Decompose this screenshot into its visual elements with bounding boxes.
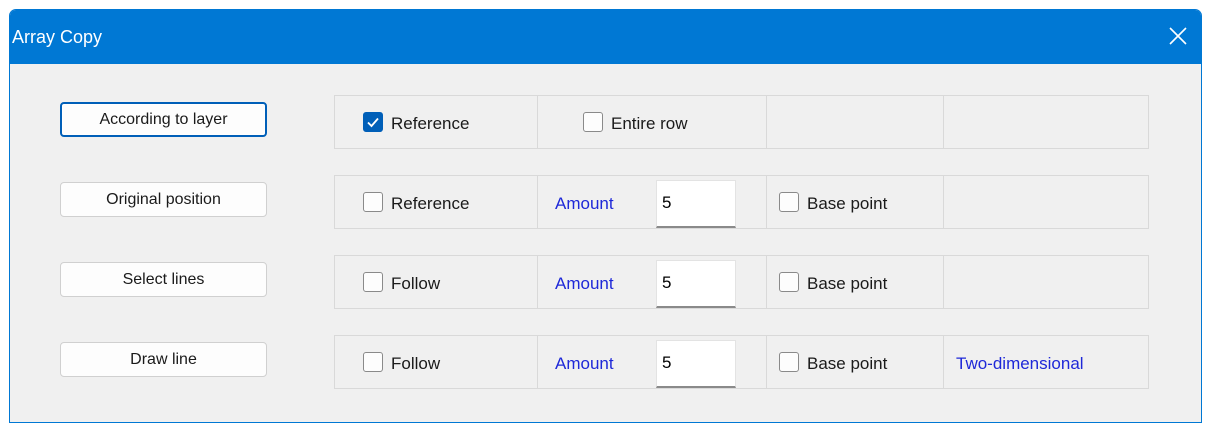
row-3-cell-3: Base point <box>766 256 944 308</box>
row-2-cell-2: Amount 5 <box>537 176 767 228</box>
two-dimensional-link[interactable]: Two-dimensional <box>956 354 1084 374</box>
row-4-cell-4: Two-dimensional <box>943 336 1149 388</box>
amount-label: Amount <box>555 354 614 373</box>
reference-checkbox[interactable] <box>363 112 383 132</box>
row-3-panel: Follow Amount 5 Base point <box>334 255 1149 309</box>
base-point-label: Base point <box>807 274 888 293</box>
window-title: Array Copy <box>12 27 103 47</box>
amount-label: Amount <box>555 274 614 293</box>
title-bar: Array Copy <box>10 10 1201 64</box>
base-point-checkbox[interactable] <box>779 272 799 292</box>
base-point-label: Base point <box>807 354 888 373</box>
base-point-checkbox[interactable] <box>779 192 799 212</box>
base-point-label: Base point <box>807 194 888 213</box>
according-to-layer-button[interactable]: According to layer <box>60 102 267 137</box>
select-lines-button[interactable]: Select lines <box>60 262 267 297</box>
follow-checkbox[interactable] <box>363 352 383 372</box>
row-3-cell-4 <box>943 256 1149 308</box>
original-position-button[interactable]: Original position <box>60 182 267 217</box>
row-1-cell-4 <box>943 96 1149 148</box>
close-icon <box>1169 27 1187 45</box>
draw-line-button[interactable]: Draw line <box>60 342 267 377</box>
row-1-cell-3 <box>766 96 944 148</box>
amount-input[interactable]: 5 <box>656 180 736 228</box>
close-button[interactable] <box>1157 10 1201 64</box>
amount-input[interactable]: 5 <box>656 340 736 388</box>
row-3-cell-2: Amount 5 <box>537 256 767 308</box>
checkmark-icon <box>367 117 379 128</box>
row-2-cell-4 <box>943 176 1149 228</box>
amount-label: Amount <box>555 194 614 213</box>
array-copy-dialog: Array Copy According to layer Reference … <box>9 9 1202 423</box>
follow-label: Follow <box>391 354 441 373</box>
base-point-checkbox[interactable] <box>779 352 799 372</box>
reference-checkbox[interactable] <box>363 192 383 212</box>
follow-checkbox[interactable] <box>363 272 383 292</box>
entire-row-checkbox[interactable] <box>583 112 603 132</box>
row-4-panel: Follow Amount 5 Base point Two-dimension… <box>334 335 1149 389</box>
reference-label: Reference <box>391 114 470 133</box>
row-4-cell-2: Amount 5 <box>537 336 767 388</box>
reference-label: Reference <box>391 194 470 213</box>
row-2-panel: Reference Amount 5 Base point <box>334 175 1149 229</box>
follow-label: Follow <box>391 274 441 293</box>
entire-row-label: Entire row <box>611 114 688 133</box>
amount-input[interactable]: 5 <box>656 260 736 308</box>
row-1-panel: Reference Entire row <box>334 95 1149 149</box>
row-2-cell-3: Base point <box>766 176 944 228</box>
row-4-cell-3: Base point <box>766 336 944 388</box>
row-1-cell-2: Entire row <box>537 96 767 148</box>
